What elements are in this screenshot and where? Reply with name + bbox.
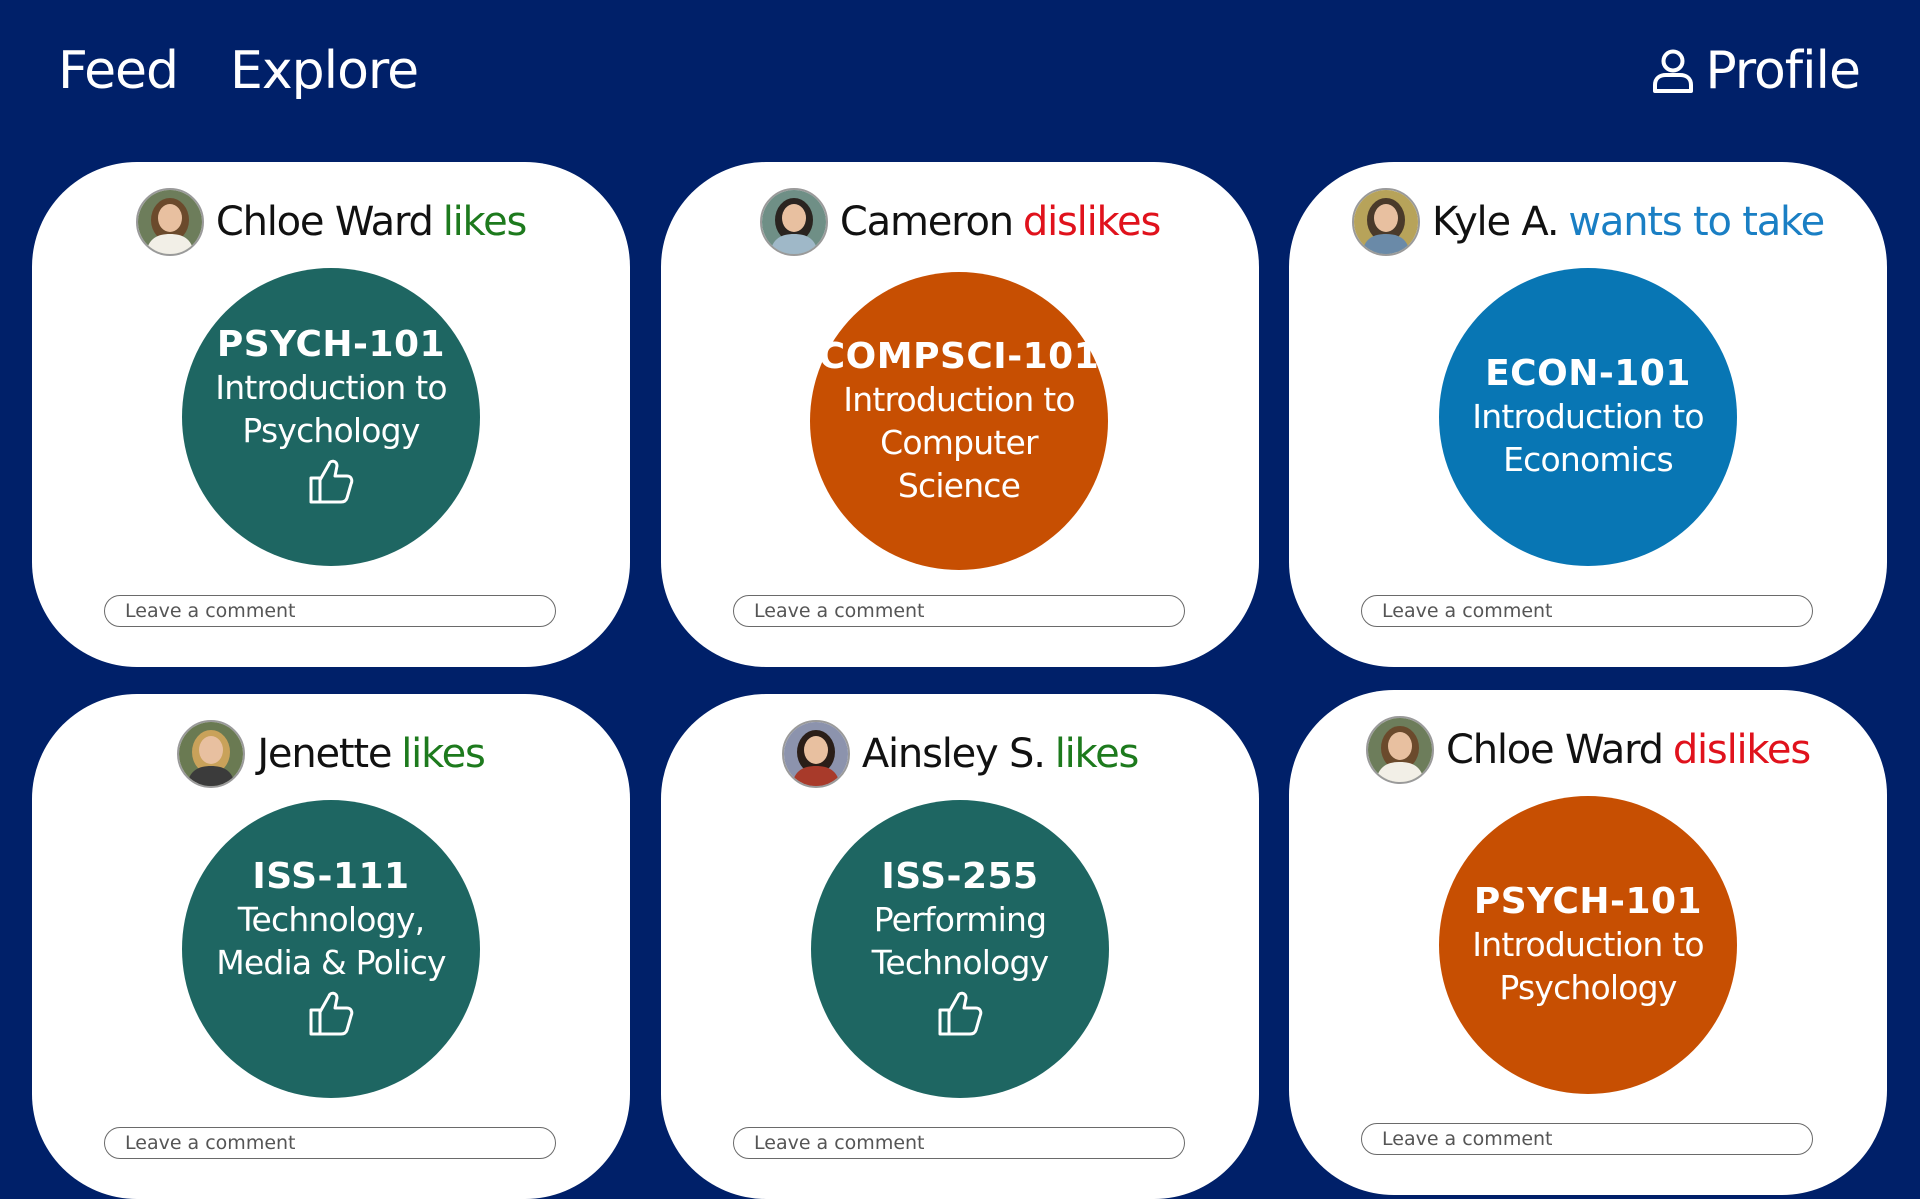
action-text: likes [442,199,528,245]
comment-input[interactable] [1361,1123,1813,1155]
course-circle[interactable]: PSYCH-101 Introduction to Psychology [182,268,480,566]
course-title: Introduction to Psychology [1472,925,1704,1007]
action-text: likes [1054,731,1140,777]
action-text: likes [401,731,486,777]
avatar[interactable] [781,720,850,788]
course-circle[interactable]: PSYCH-101 Introduction to Psychology [1439,796,1737,1094]
user-name[interactable]: Chloe Ward [216,199,434,245]
comment-input[interactable] [104,595,556,627]
nav-profile-label: Profile [1705,41,1861,101]
course-code: PSYCH-101 [216,323,446,365]
thumbs-up-icon[interactable] [307,988,355,1043]
feed-card: Chloe Ward dislikes PSYCH-101 Introductio… [1289,690,1887,1195]
feed-card: Chloe Ward likes PSYCH-101 Introduction t… [32,162,630,667]
card-header-text: Kyle A. wants to take [1432,199,1825,245]
course-circle[interactable]: COMPSCI-101 Introduction to Computer Sci… [810,272,1108,570]
course-code: ISS-255 [881,855,1039,897]
action-text: dislikes [1672,727,1811,773]
card-header-text: Chloe Ward dislikes [1446,727,1811,773]
card-header: Cameron dislikes [661,188,1259,256]
user-name[interactable]: Cameron [840,199,1014,245]
nav-explore[interactable]: Explore [230,40,419,102]
avatar[interactable] [177,720,246,788]
user-name[interactable]: Chloe Ward [1446,727,1664,773]
card-header-text: Ainsley S. likes [862,731,1140,777]
user-name[interactable]: Jenette [257,731,392,777]
avatar[interactable] [1351,188,1420,256]
card-header-text: Jenette likes [257,731,486,777]
feed-card: Kyle A. wants to take ECON-101 Introducti… [1289,162,1887,667]
course-code: ISS-111 [252,855,410,897]
user-name[interactable]: Kyle A. [1432,199,1560,245]
card-header: Kyle A. wants to take [1289,188,1887,256]
course-circle[interactable]: ECON-101 Introduction to Economics [1439,268,1737,566]
comment-input[interactable] [104,1127,556,1159]
card-header: Ainsley S. likes [661,720,1259,788]
course-code: ECON-101 [1485,353,1691,394]
avatar[interactable] [759,188,828,256]
feed-card: Cameron dislikes COMPSCI-101 Introduction… [661,162,1259,667]
course-circle[interactable]: ISS-111 Technology, Media & Policy [182,800,480,1098]
course-title: Introduction to Psychology [215,367,447,450]
course-title: Technology, Media & Policy [216,899,446,982]
card-header: Chloe Ward dislikes [1289,716,1887,784]
comment-input[interactable] [1361,595,1813,627]
course-circle[interactable]: ISS-255 Performing Technology [811,800,1109,1098]
card-header-text: Chloe Ward likes [216,199,528,245]
course-title: Performing Technology [871,899,1050,982]
course-title: Introduction to Computer Science [843,379,1075,505]
comment-input[interactable] [733,1127,1185,1159]
thumbs-up-icon[interactable] [936,988,984,1043]
thumbs-up-icon[interactable] [307,456,355,511]
card-header: Jenette likes [32,720,630,788]
action-text: wants to take [1568,199,1825,245]
nav-feed[interactable]: Feed [58,40,179,102]
course-code: PSYCH-101 [1473,881,1703,922]
action-text: dislikes [1022,199,1161,245]
person-icon [1651,48,1695,94]
card-header-text: Cameron dislikes [840,199,1161,245]
nav-profile[interactable]: Profile [1651,40,1861,102]
course-code: COMPSCI-101 [818,335,1100,377]
feed-card: Ainsley S. likes ISS-255 Performing Techn… [661,694,1259,1199]
card-header: Chloe Ward likes [32,188,630,256]
avatar[interactable] [135,188,204,256]
avatar[interactable] [1365,716,1434,784]
user-name[interactable]: Ainsley S. [862,731,1046,777]
comment-input[interactable] [733,595,1185,627]
course-title: Introduction to Economics [1472,397,1704,479]
feed-card: Jenette likes ISS-111 Technology, Media &… [32,694,630,1199]
